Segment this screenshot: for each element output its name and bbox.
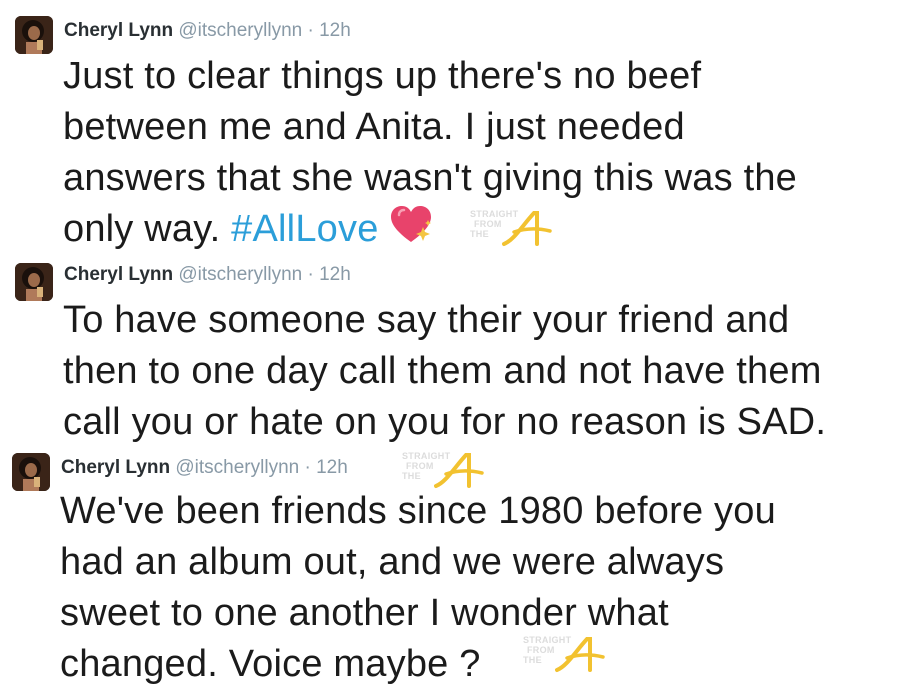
separator: · <box>304 457 311 478</box>
tweet-line: between me and Anita. I just needed <box>63 106 685 148</box>
watermark-a-icon <box>502 211 552 246</box>
tweet-line: sweet to one another I wonder what <box>60 592 669 634</box>
tweet-text: To have someone say their your friend an… <box>63 295 826 448</box>
watermark-text: FROM <box>406 461 434 471</box>
tweet-line: We've been friends since 1980 before you <box>60 490 776 532</box>
tweet-line: then to one day call them and not have t… <box>63 350 822 392</box>
user-handle[interactable]: @itscheryllynn <box>178 264 302 285</box>
tweet-line: Just to clear things up there's no beef <box>63 55 702 97</box>
user-handle[interactable]: @itscheryllynn <box>175 457 299 478</box>
user-handle[interactable]: @itscheryllynn <box>178 20 302 41</box>
avatar[interactable] <box>15 16 53 54</box>
avatar[interactable] <box>12 453 50 491</box>
tweet-line: only way. <box>63 208 221 250</box>
tweet-text: We've been friends since 1980 before you… <box>60 486 776 690</box>
watermark-text: THE <box>470 229 489 239</box>
user-name[interactable]: Cheryl Lynn <box>64 264 173 285</box>
tweet-text: Just to clear things up there's no beef … <box>63 51 797 259</box>
timestamp[interactable]: 12h <box>319 20 351 41</box>
watermark-text: FROM <box>527 645 555 655</box>
watermark-logo: STRAIGHT FROM THE <box>470 206 554 248</box>
tweet-line-last: only way. #AllLove <box>63 204 797 259</box>
tweet-line: answers that she wasn't giving this was … <box>63 157 797 199</box>
watermark-a-icon <box>555 637 605 672</box>
watermark-text: THE <box>523 655 542 665</box>
watermark-logo: STRAIGHT FROM THE <box>402 448 486 490</box>
watermark-text: FROM <box>474 219 502 229</box>
tweet-line: To have someone say their your friend an… <box>63 299 790 341</box>
tweet-header: Cheryl Lynn @itscheryllynn · 12h <box>64 20 351 42</box>
watermark-a-icon <box>434 453 484 488</box>
timestamp[interactable]: 12h <box>316 457 348 478</box>
sparkling-heart-icon <box>389 205 433 259</box>
separator: · <box>307 264 314 285</box>
tweet-header: Cheryl Lynn @itscheryllynn · 12h <box>61 457 348 479</box>
user-name[interactable]: Cheryl Lynn <box>61 457 170 478</box>
watermark-logo: STRAIGHT FROM THE <box>523 632 607 674</box>
user-name[interactable]: Cheryl Lynn <box>64 20 173 41</box>
tweet-line: had an album out, and we were always <box>60 541 725 583</box>
avatar[interactable] <box>15 263 53 301</box>
timestamp[interactable]: 12h <box>319 264 351 285</box>
watermark-text: THE <box>402 471 421 481</box>
tweet-line: call you or hate on you for no reason is… <box>63 401 827 443</box>
separator: · <box>307 20 314 41</box>
tweet-header: Cheryl Lynn @itscheryllynn · 12h <box>64 264 351 286</box>
hashtag-link[interactable]: #AllLove <box>231 208 378 250</box>
tweet-line: changed. Voice maybe ? <box>60 643 481 685</box>
